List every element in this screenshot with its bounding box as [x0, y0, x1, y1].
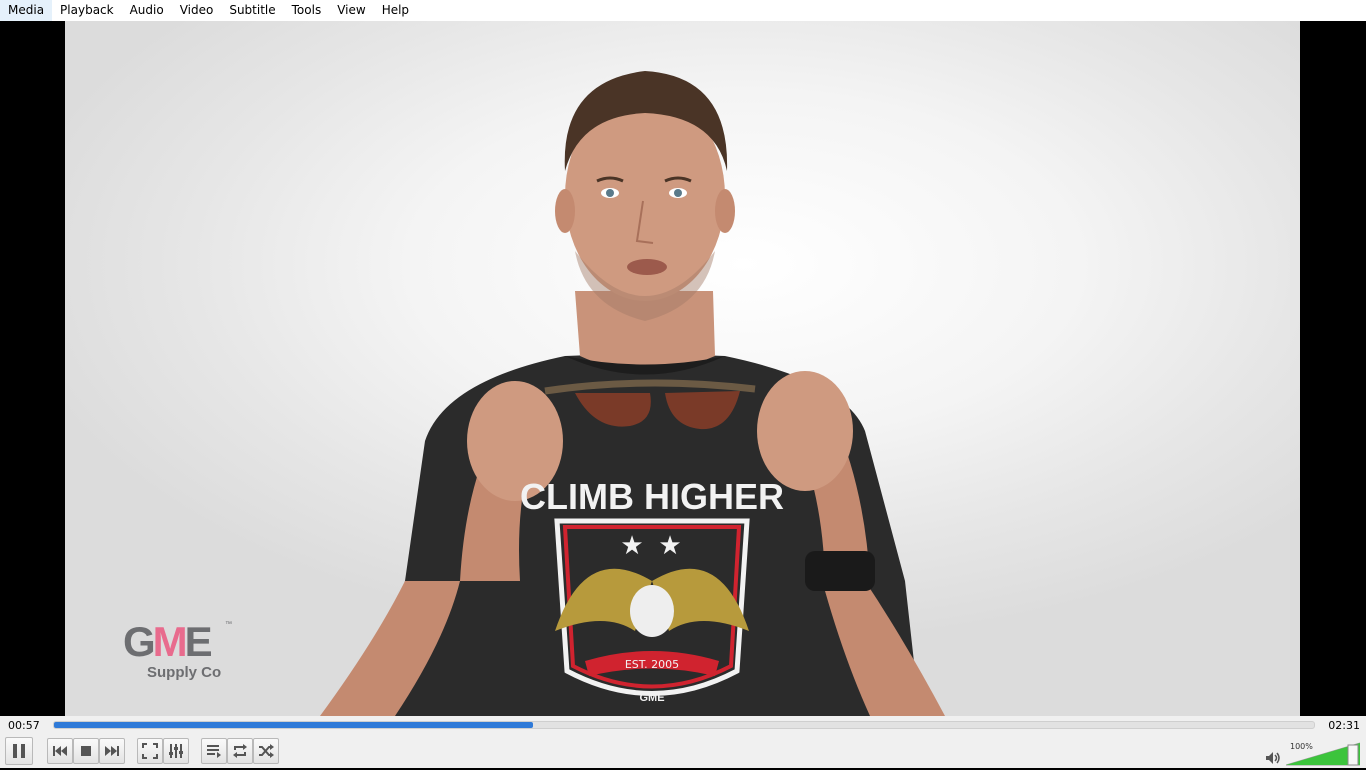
pause-button[interactable]: [5, 737, 33, 765]
extended-settings-button[interactable]: [163, 738, 189, 764]
seek-progress: [54, 722, 533, 728]
fullscreen-icon: [142, 743, 158, 759]
skip-forward-icon: [105, 746, 119, 756]
menu-bar: Media Playback Audio Video Subtitle Tool…: [0, 0, 1366, 21]
loop-button[interactable]: [227, 738, 253, 764]
shirt-badge-text: EST. 2005: [625, 658, 679, 671]
sliders-icon: [169, 744, 183, 758]
pause-icon: [13, 744, 25, 758]
seek-bar[interactable]: [53, 721, 1315, 729]
menu-help[interactable]: Help: [374, 0, 417, 21]
video-frame[interactable]: CLIMB HIGHER ★ ★ EST. 2005 GME GME ™ Sup…: [65, 21, 1300, 716]
menu-tools[interactable]: Tools: [284, 0, 330, 21]
shuffle-button[interactable]: [253, 738, 279, 764]
next-button[interactable]: [99, 738, 125, 764]
watermark-subtitle: Supply Co: [147, 664, 222, 681]
gme-logo: GME: [123, 618, 213, 665]
menu-playback[interactable]: Playback: [52, 0, 122, 21]
loop-icon: [233, 744, 247, 758]
menu-video[interactable]: Video: [172, 0, 222, 21]
elapsed-time: 00:57: [8, 719, 40, 732]
shirt-badge-logo: GME: [639, 692, 664, 704]
menu-media[interactable]: Media: [0, 0, 53, 21]
menu-view[interactable]: View: [329, 0, 373, 21]
trademark-symbol: ™: [225, 621, 232, 628]
playlist-button[interactable]: [201, 738, 227, 764]
svg-text:★: ★: [620, 531, 643, 561]
stop-button[interactable]: [73, 738, 99, 764]
skip-back-icon: [53, 746, 67, 756]
volume-handle: [1347, 744, 1359, 766]
presenter-watch: [805, 551, 875, 591]
volume-slider[interactable]: [1285, 742, 1361, 766]
fullscreen-button[interactable]: [137, 738, 163, 764]
speaker-icon[interactable]: [1265, 751, 1281, 765]
playback-controls: 00:57 02:31 100%: [0, 716, 1366, 768]
seek-row: 00:57 02:31: [0, 716, 1366, 736]
volume-ramp: [1285, 742, 1361, 766]
menu-audio[interactable]: Audio: [122, 0, 172, 21]
presenter-right-hand: [757, 371, 853, 491]
video-scene: CLIMB HIGHER ★ ★ EST. 2005 GME: [320, 71, 945, 716]
shuffle-icon: [259, 744, 274, 758]
total-time: 02:31: [1328, 719, 1360, 732]
menu-subtitle[interactable]: Subtitle: [221, 0, 283, 21]
stop-icon: [81, 746, 91, 756]
shirt-text: CLIMB HIGHER: [520, 476, 784, 517]
gme-watermark: GME ™ Supply Co: [123, 621, 243, 691]
svg-text:★: ★: [658, 531, 681, 561]
playlist-icon: [207, 745, 221, 758]
video-area[interactable]: CLIMB HIGHER ★ ★ EST. 2005 GME GME ™ Sup…: [0, 21, 1366, 716]
previous-button[interactable]: [47, 738, 73, 764]
